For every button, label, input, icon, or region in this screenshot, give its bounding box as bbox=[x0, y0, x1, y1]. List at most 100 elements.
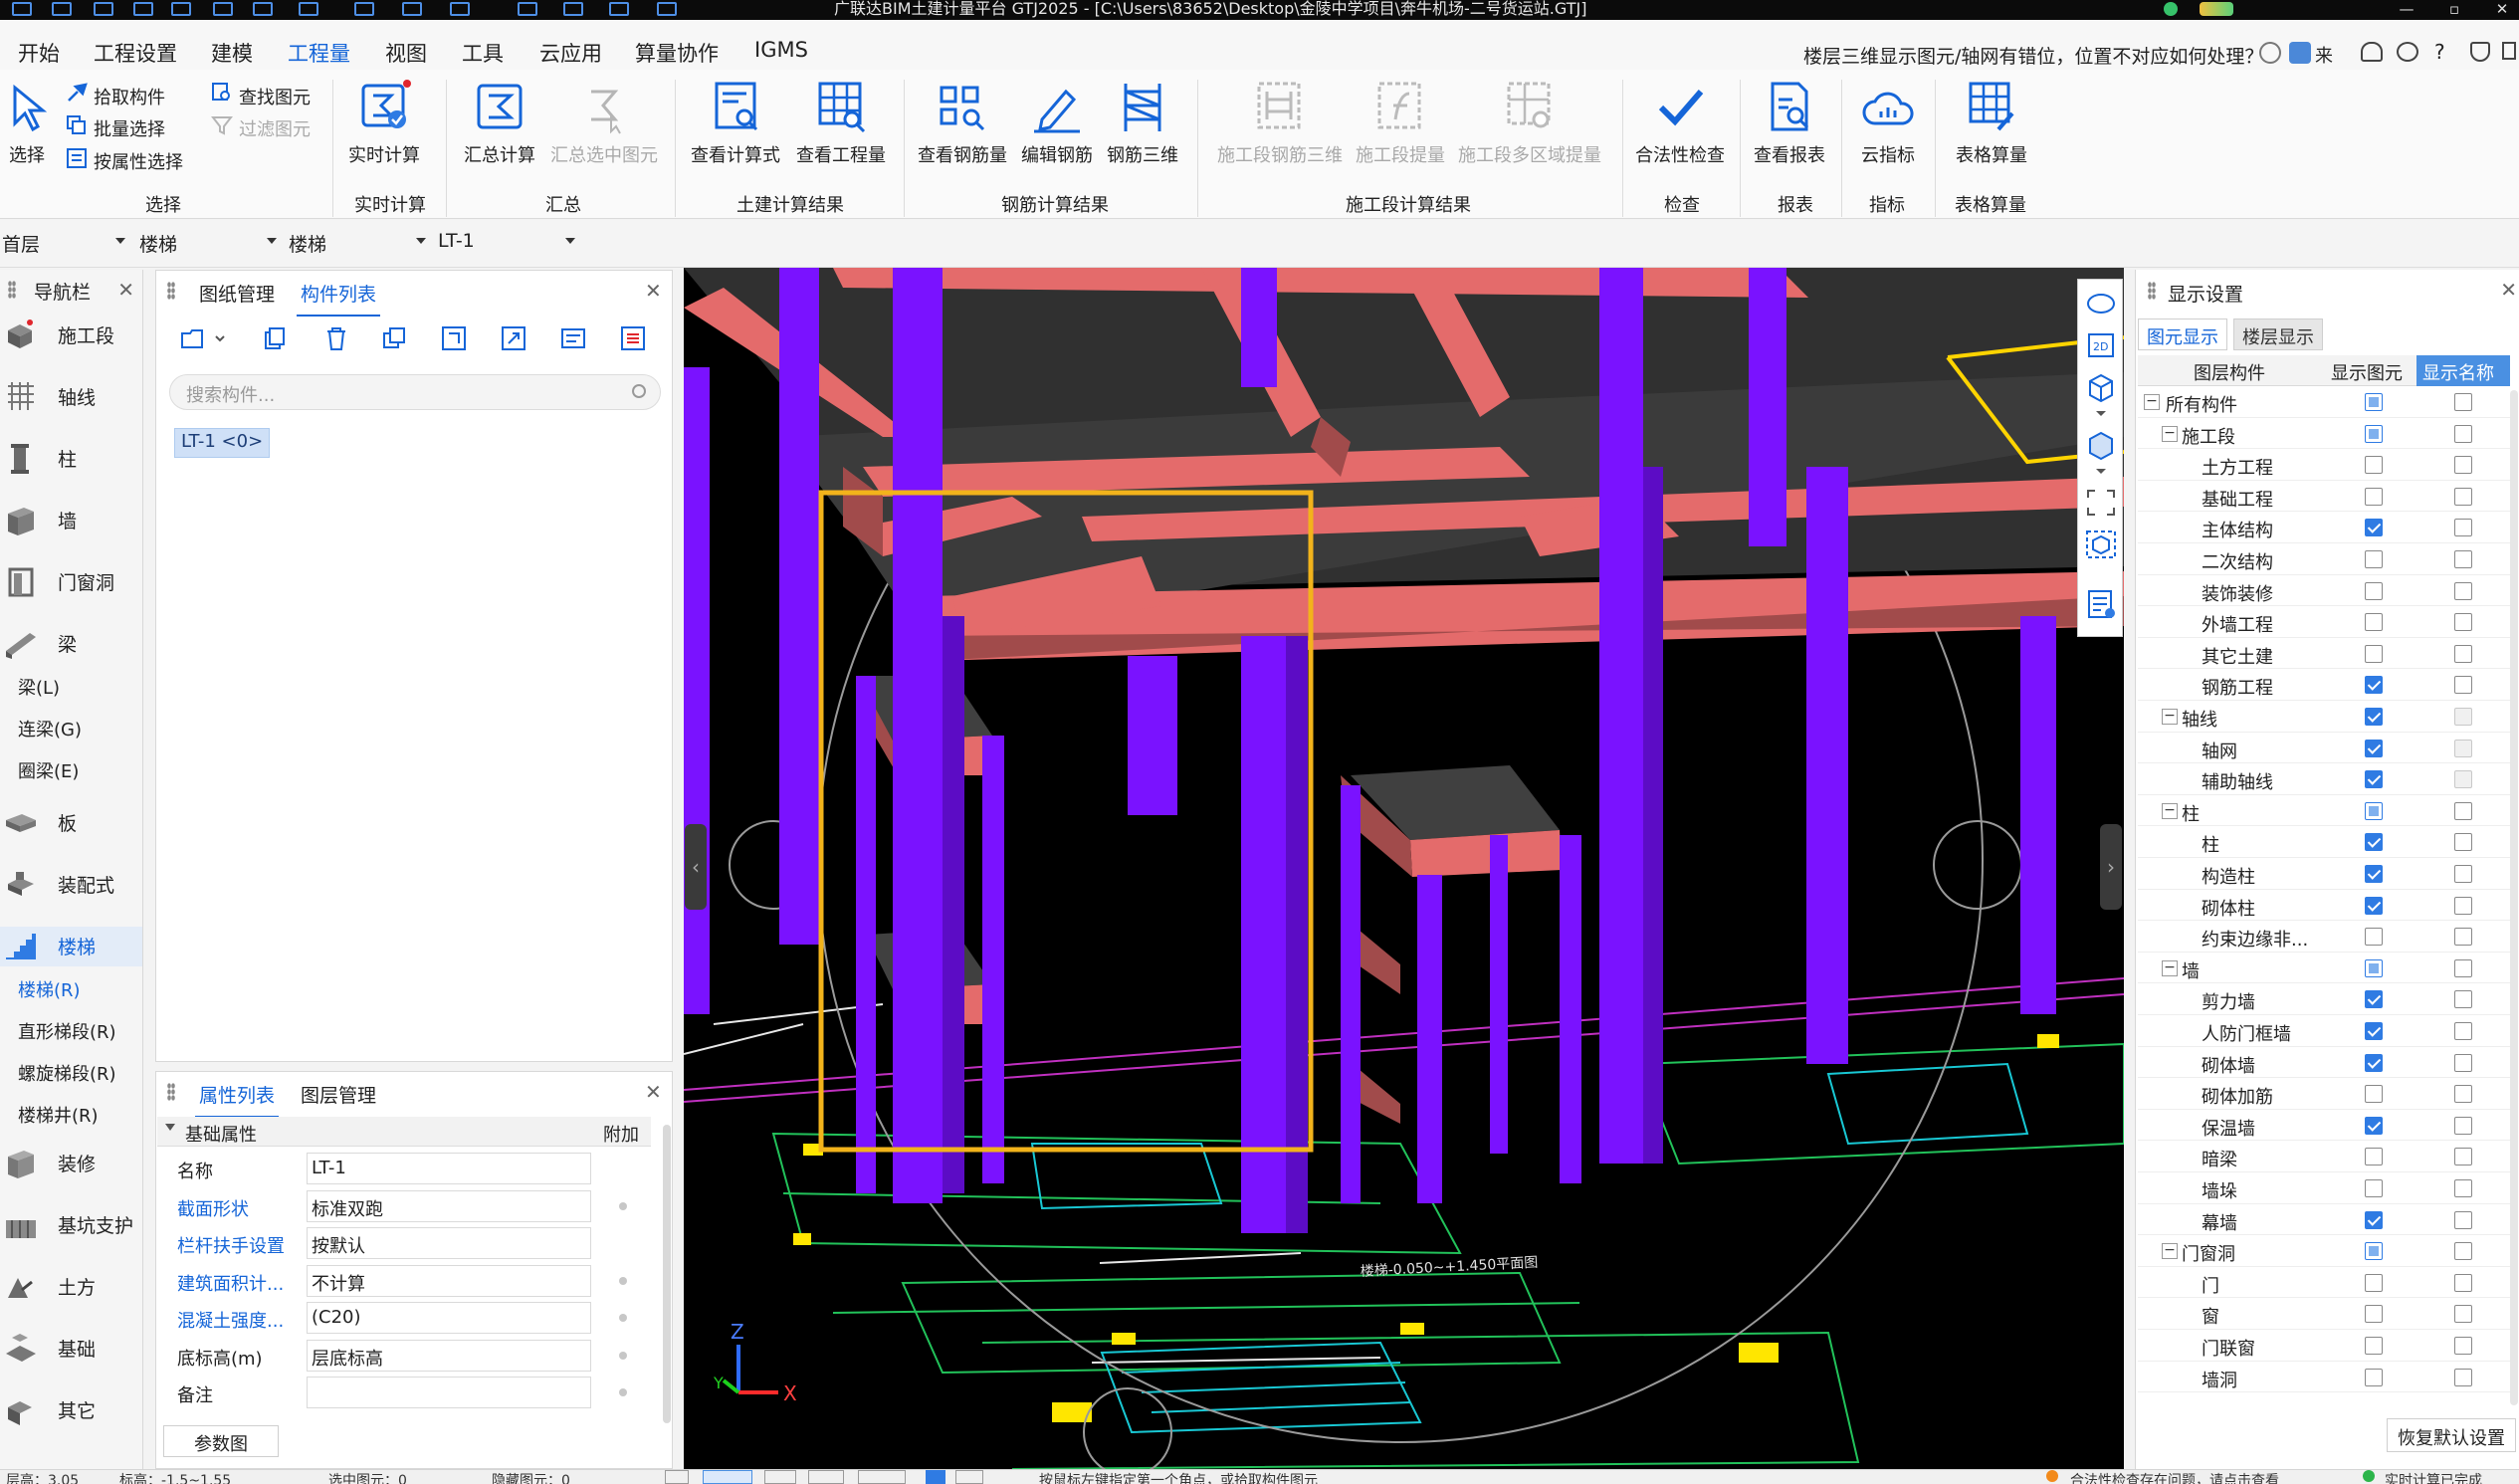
show-name-checkbox[interactable] bbox=[2454, 1210, 2472, 1229]
save-as-icon[interactable] bbox=[213, 2, 233, 16]
search-icon[interactable] bbox=[2259, 42, 2281, 64]
show-name-checkbox[interactable] bbox=[2454, 1305, 2472, 1324]
grip-icon[interactable] bbox=[2148, 282, 2156, 300]
show-name-checkbox[interactable] bbox=[2454, 1337, 2472, 1355]
3d-viewport[interactable]: Z X Y 楼梯-0.050~+1.450平面图 bbox=[684, 268, 2124, 1469]
show-name-checkbox[interactable] bbox=[2454, 1022, 2472, 1040]
restore-default-button[interactable]: 恢复默认设置 bbox=[2387, 1418, 2516, 1452]
show-name-checkbox[interactable] bbox=[2454, 1085, 2472, 1104]
rebar-quick-icon[interactable] bbox=[609, 2, 629, 16]
import-icon[interactable] bbox=[439, 323, 469, 353]
show-element-checkbox[interactable] bbox=[2365, 1305, 2383, 1324]
collapse-icon[interactable]: − bbox=[2162, 1243, 2178, 1260]
show-name-checkbox[interactable] bbox=[2454, 550, 2472, 568]
close-icon[interactable]: ✕ bbox=[2500, 278, 2517, 302]
extra-toggle-icon[interactable] bbox=[619, 1351, 627, 1360]
extra-toggle-icon[interactable] bbox=[619, 1388, 627, 1396]
col-name-header[interactable]: 显示名称 bbox=[2416, 355, 2510, 386]
show-element-checkbox[interactable] bbox=[2365, 1273, 2383, 1292]
3d-box-icon[interactable] bbox=[2084, 371, 2118, 403]
redo-icon[interactable] bbox=[299, 2, 318, 16]
nav-item-other[interactable]: 其它 bbox=[0, 1390, 142, 1430]
nav-item-slab[interactable]: 板 bbox=[0, 803, 142, 843]
layer-copy-icon[interactable] bbox=[379, 323, 409, 353]
show-name-checkbox[interactable] bbox=[2454, 708, 2472, 726]
pin-icon[interactable] bbox=[2502, 42, 2516, 60]
realtime-calc-button[interactable]: 实时计算 bbox=[344, 80, 424, 167]
tab-igms[interactable]: IGMS bbox=[754, 38, 808, 62]
show-element-checkbox[interactable] bbox=[2365, 676, 2383, 695]
show-name-checkbox[interactable] bbox=[2454, 865, 2472, 883]
show-element-checkbox[interactable] bbox=[2365, 1116, 2383, 1135]
export-quick-icon[interactable] bbox=[657, 2, 677, 16]
sum-quick-icon[interactable] bbox=[354, 2, 374, 16]
minimize-button[interactable]: — bbox=[2389, 0, 2424, 20]
tab-cloud[interactable]: 云应用 bbox=[539, 38, 602, 68]
right-collapse-arrow[interactable]: › bbox=[2100, 824, 2122, 910]
show-name-checkbox[interactable] bbox=[2454, 456, 2472, 475]
view-cube-icon[interactable] bbox=[2084, 429, 2118, 461]
status-check-link[interactable]: 合法性检查存在问题，请点击查看 bbox=[2070, 1470, 2279, 1484]
show-name-checkbox[interactable] bbox=[2454, 770, 2472, 789]
show-name-checkbox[interactable] bbox=[2454, 1368, 2472, 1386]
show-element-checkbox[interactable] bbox=[2365, 865, 2383, 883]
floor-dropdown[interactable]: 首层 bbox=[2, 230, 125, 260]
show-element-checkbox[interactable] bbox=[2365, 708, 2383, 726]
show-element-checkbox[interactable] bbox=[2365, 770, 2383, 789]
extra-toggle-icon[interactable] bbox=[619, 1201, 627, 1210]
show-element-checkbox[interactable] bbox=[2365, 519, 2383, 537]
add-toggle-icon[interactable] bbox=[858, 1470, 906, 1484]
nav-item-door-window[interactable]: 门窗洞 bbox=[0, 562, 142, 602]
show-element-checkbox[interactable] bbox=[2365, 1210, 2383, 1229]
extra-toggle-icon[interactable] bbox=[619, 1314, 627, 1322]
table-calc-button[interactable]: 表格算量 bbox=[1947, 80, 2036, 167]
nav-subitem[interactable]: 梁(L) bbox=[18, 674, 60, 700]
summary-calc-button[interactable]: 汇总计算 bbox=[460, 80, 539, 167]
component-search-input[interactable]: 搜索构件... bbox=[169, 374, 661, 410]
show-element-checkbox[interactable] bbox=[2365, 487, 2383, 506]
grip-icon[interactable] bbox=[8, 281, 16, 299]
nav-subitem[interactable]: 直形梯段(R) bbox=[18, 1018, 116, 1044]
close-window-button[interactable]: ✕ bbox=[2484, 0, 2519, 20]
nav-item-column[interactable]: 柱 bbox=[0, 439, 142, 479]
delete-icon[interactable] bbox=[321, 323, 351, 353]
copy-icon[interactable] bbox=[260, 323, 290, 353]
angle-toggle-icon[interactable] bbox=[808, 1470, 844, 1484]
tab-collab[interactable]: 算量协作 bbox=[635, 38, 719, 68]
show-element-checkbox[interactable] bbox=[2365, 990, 2383, 1009]
nav-item-beam[interactable]: 梁 bbox=[0, 624, 142, 664]
show-name-checkbox[interactable] bbox=[2454, 1273, 2472, 1292]
save-icon[interactable] bbox=[171, 2, 191, 16]
legality-check-button[interactable]: 合法性检查 bbox=[1632, 80, 1728, 167]
layer-toggle-icon[interactable] bbox=[926, 1470, 945, 1484]
upload-icon[interactable] bbox=[52, 2, 72, 16]
view-quick-icon[interactable] bbox=[518, 2, 537, 16]
collapse-icon[interactable] bbox=[165, 1124, 175, 1131]
collapse-icon[interactable]: − bbox=[2162, 709, 2178, 725]
show-element-checkbox[interactable] bbox=[2365, 550, 2383, 568]
stage-rebar-3d-button[interactable]: 施工段钢筋三维 bbox=[1210, 80, 1350, 167]
show-element-checkbox[interactable] bbox=[2365, 1148, 2383, 1166]
show-element-checkbox[interactable] bbox=[2365, 1085, 2383, 1104]
show-name-checkbox[interactable] bbox=[2454, 739, 2472, 757]
edit-quick-icon[interactable] bbox=[563, 2, 583, 16]
show-name-checkbox[interactable] bbox=[2454, 990, 2472, 1009]
edit-rebar-button[interactable]: 编辑钢筋 bbox=[1019, 80, 1095, 167]
undo-icon[interactable] bbox=[253, 2, 273, 16]
prop-value-input[interactable]: 按默认 bbox=[307, 1227, 591, 1259]
tab-quantity[interactable]: 工程量 bbox=[286, 38, 352, 77]
summary-selected-button[interactable]: 汇总选中图元 bbox=[549, 80, 659, 167]
nav-item-decoration[interactable]: 装修 bbox=[0, 1144, 142, 1183]
collapse-icon[interactable]: − bbox=[2162, 802, 2178, 819]
tab-modeling[interactable]: 建模 bbox=[211, 38, 253, 68]
nav-item-stair[interactable]: 楼梯 bbox=[0, 927, 142, 966]
nav-item-foundation[interactable]: 基础 bbox=[0, 1329, 142, 1369]
prop-value-input[interactable] bbox=[307, 1377, 591, 1408]
display-scrollbar[interactable] bbox=[2510, 390, 2518, 1405]
orbit-icon[interactable] bbox=[2084, 288, 2118, 319]
view-rebar-button[interactable]: 查看钢筋量 bbox=[916, 80, 1009, 167]
show-name-checkbox[interactable] bbox=[2454, 1179, 2472, 1197]
headset-icon[interactable] bbox=[2361, 42, 2383, 62]
select-button[interactable]: 选择 bbox=[4, 80, 50, 167]
prop-section-header[interactable]: 基础属性 附加 bbox=[157, 1117, 651, 1147]
